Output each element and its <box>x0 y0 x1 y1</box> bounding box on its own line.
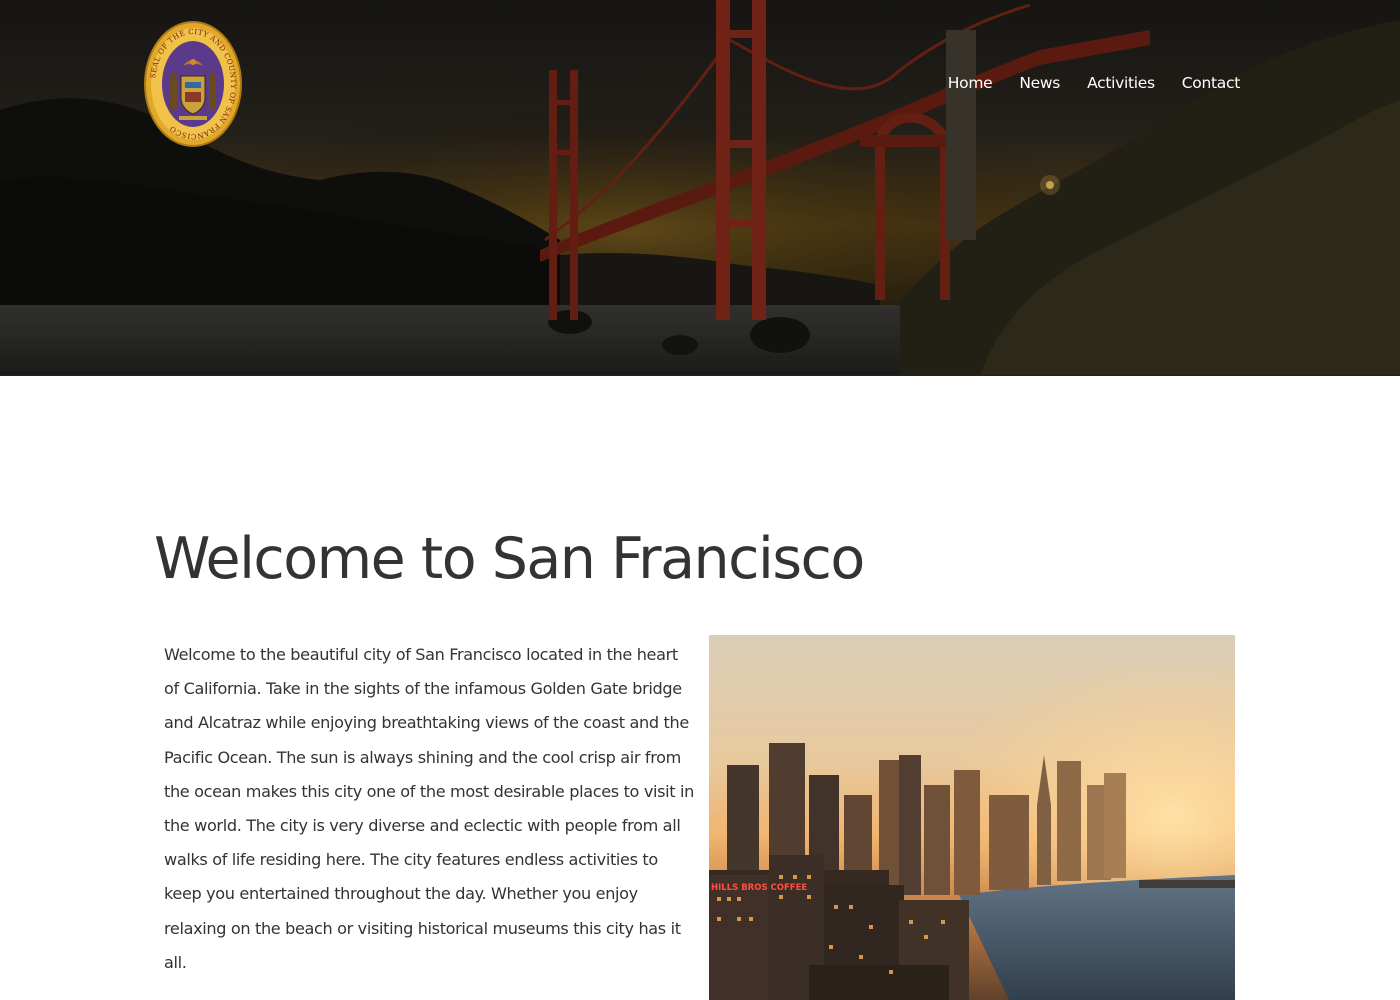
page-title: Welcome to San Francisco <box>154 526 865 592</box>
nav-activities-link[interactable]: Activities <box>1087 74 1155 92</box>
intro-paragraph: Welcome to the beautiful city of San Fra… <box>164 645 694 972</box>
nav-contact-link[interactable]: Contact <box>1182 74 1241 92</box>
nav-home-link[interactable]: Home <box>948 74 993 92</box>
city-skyline-photo: HILLS BROS COFFEE <box>709 635 1235 1000</box>
city-seal-logo[interactable]: SEAL OF THE CITY AND COUNTY OF SAN FRANC… <box>143 20 243 148</box>
main-nav: Home News Activities Contact <box>921 74 1241 92</box>
nav-news-link[interactable]: News <box>1019 74 1060 92</box>
hero-banner: SEAL OF THE CITY AND COUNTY OF SAN FRANC… <box>0 0 1400 376</box>
